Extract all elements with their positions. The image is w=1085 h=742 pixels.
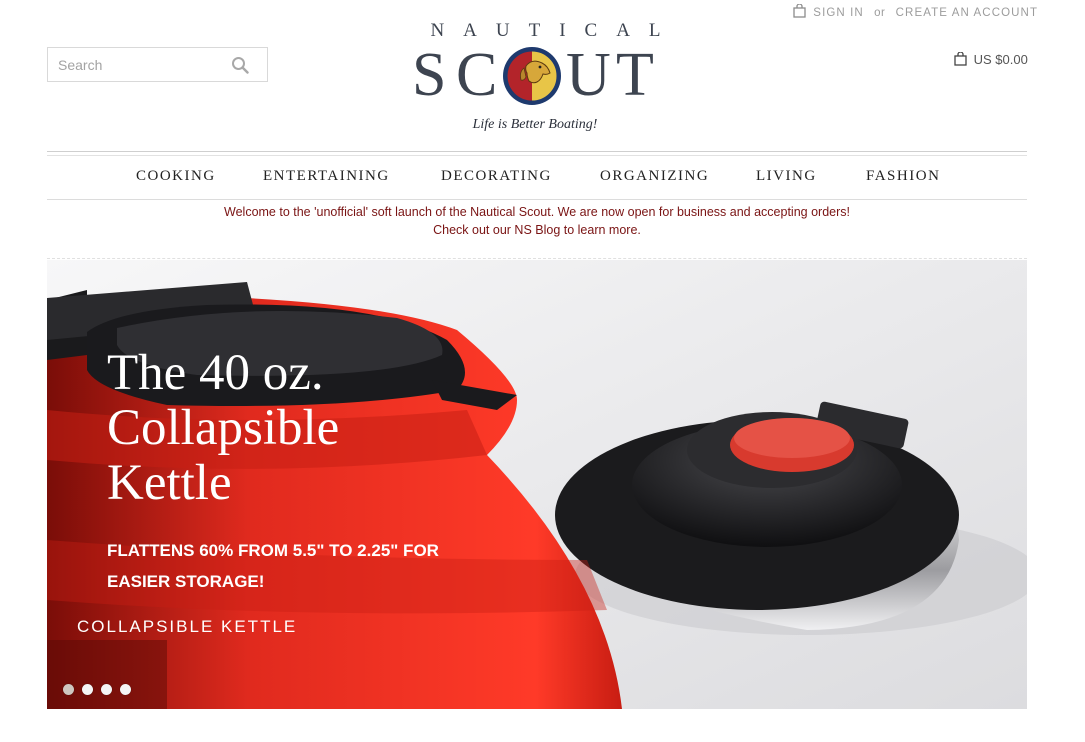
nav-item-fashion[interactable]: FASHION xyxy=(866,168,940,185)
cart-total: US $0.00 xyxy=(973,52,1028,67)
search-icon[interactable] xyxy=(231,56,249,74)
hero-subtext-line: EASIER STORAGE! xyxy=(107,572,265,591)
slide-dot[interactable] xyxy=(120,684,131,695)
nav-item-cooking[interactable]: COOKING xyxy=(136,168,216,185)
site-logo[interactable]: NAUTICAL S C U T Life is Better Boating! xyxy=(390,14,680,142)
logo-letter: T xyxy=(616,41,654,109)
announcement-line: Welcome to the 'unofficial' soft launch … xyxy=(224,205,850,219)
shopping-bag-icon xyxy=(793,4,806,18)
shopping-bag-icon xyxy=(954,52,967,66)
hero-headline: The 40 oz. Collapsible Kettle xyxy=(107,346,339,511)
announcement-bar: Welcome to the 'unofficial' soft launch … xyxy=(47,203,1027,239)
nav-item-organizing[interactable]: ORGANIZING xyxy=(600,168,709,185)
slide-dot[interactable] xyxy=(63,684,74,695)
logo-top-word: NAUTICAL xyxy=(430,20,680,41)
account-links: Sign in or Create an account xyxy=(793,4,1038,19)
logo-letter: U xyxy=(566,41,611,109)
nav-item-living[interactable]: LIVING xyxy=(756,168,817,185)
nav-item-decorating[interactable]: DECORATING xyxy=(441,168,552,185)
slide-indicators xyxy=(63,682,139,700)
slide-dot[interactable] xyxy=(101,684,112,695)
hero-headline-line: Kettle xyxy=(107,455,232,511)
slide-dot[interactable] xyxy=(82,684,93,695)
main-nav: COOKING ENTERTAINING DECORATING ORGANIZI… xyxy=(47,157,1027,200)
hero-subtext: FLATTENS 60% FROM 5.5" TO 2.25" FOR EASI… xyxy=(107,535,487,597)
nav-item-entertaining[interactable]: ENTERTAINING xyxy=(263,168,390,185)
logo-letter: C xyxy=(456,41,498,109)
logo-letter: S xyxy=(412,41,447,109)
blog-link[interactable]: Check out our NS Blog to learn more. xyxy=(433,223,641,237)
hero-headline-line: Collapsible xyxy=(107,400,340,456)
cart-link[interactable]: US $0.00 xyxy=(954,52,1028,67)
hero-headline-line: The 40 oz. xyxy=(107,345,324,401)
hero-cta-link[interactable]: COLLAPSIBLE KETTLE xyxy=(77,617,297,637)
logo-tagline: Life is Better Boating! xyxy=(472,117,598,132)
search-input[interactable] xyxy=(48,48,228,81)
dog-badge-icon xyxy=(503,47,561,105)
hero-subtext-line: FLATTENS 60% FROM 5.5" TO 2.25" FOR xyxy=(107,541,439,560)
divider xyxy=(47,258,1027,259)
hero-slideshow[interactable]: The 40 oz. Collapsible Kettle FLATTENS 6… xyxy=(47,260,1027,709)
create-account-link[interactable]: Create an account xyxy=(896,7,1038,19)
divider xyxy=(47,151,1027,152)
or-text: or xyxy=(874,7,886,19)
divider xyxy=(47,155,1027,156)
search-box xyxy=(47,47,268,82)
sign-in-link[interactable]: Sign in xyxy=(813,7,864,19)
